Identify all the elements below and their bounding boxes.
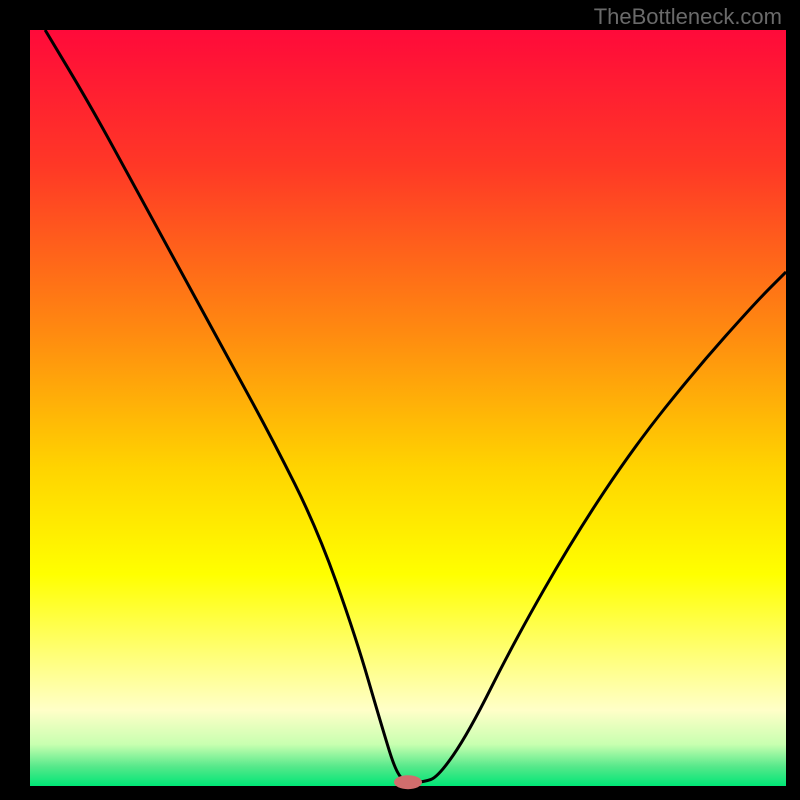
chart-svg [0, 0, 800, 800]
plot-background [30, 30, 786, 786]
bottleneck-chart: TheBottleneck.com [0, 0, 800, 800]
minimum-marker [394, 775, 422, 789]
watermark-text: TheBottleneck.com [594, 4, 782, 30]
